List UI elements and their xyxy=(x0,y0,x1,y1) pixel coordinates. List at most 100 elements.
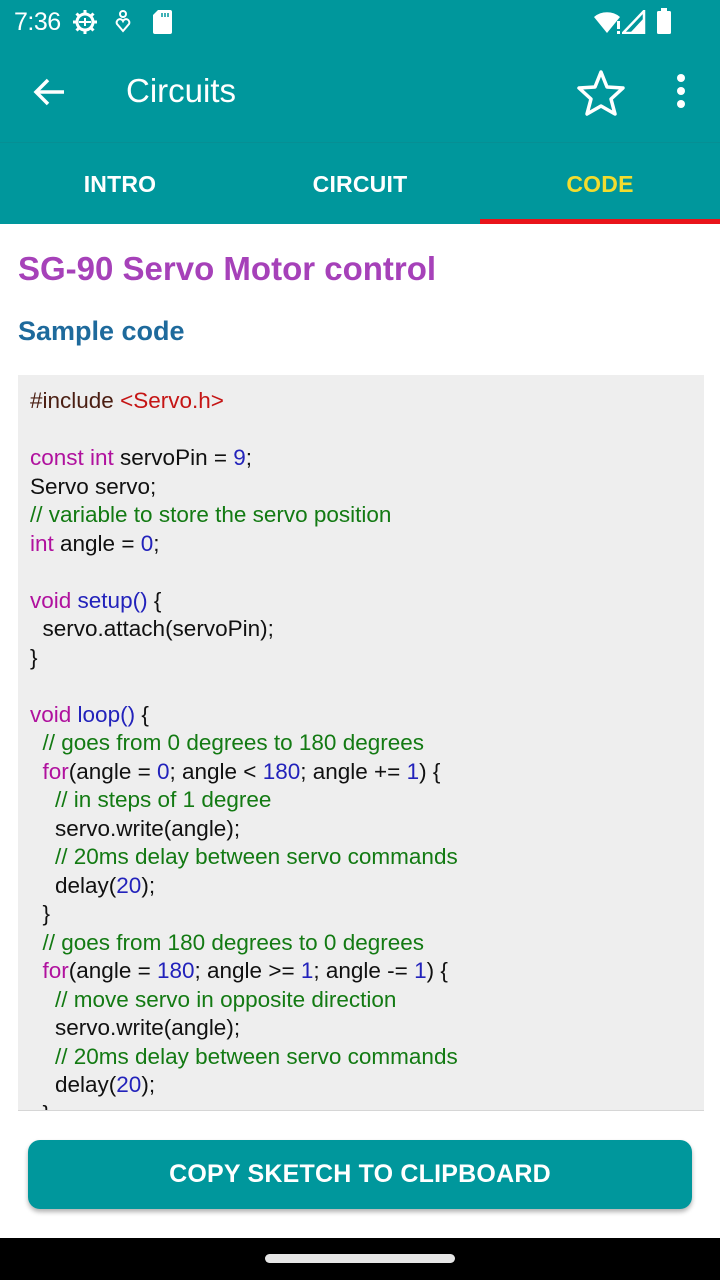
code-token: ) { xyxy=(426,958,448,983)
wifi-alert-icon xyxy=(594,10,624,39)
code-text: #include <Servo.h> const int servoPin = … xyxy=(30,387,458,1111)
code-token: // move servo in opposite direction xyxy=(55,986,397,1012)
section-title: Sample code xyxy=(18,316,185,346)
code-token: int xyxy=(30,530,54,556)
arrow-left-icon xyxy=(28,78,72,116)
code-token: // goes from 180 degrees to 0 degrees xyxy=(42,929,425,955)
code-token: // goes from 0 degrees to 180 degrees xyxy=(42,730,425,755)
code-token: #include xyxy=(30,388,121,413)
star-outline-icon xyxy=(576,70,626,122)
code-token: Servo servo; xyxy=(30,473,157,499)
tab-indicator xyxy=(480,219,720,224)
more-options-button[interactable] xyxy=(666,72,696,112)
code-token: ); xyxy=(141,872,156,898)
code-token: { xyxy=(147,587,162,613)
favorite-button[interactable] xyxy=(576,68,626,118)
copy-sketch-button[interactable]: COPY SKETCH TO CLIPBOARD xyxy=(28,1140,692,1209)
code-token: ; xyxy=(245,445,253,470)
code-token: } xyxy=(30,901,51,926)
code-token: 1 xyxy=(300,958,314,983)
code-token: } xyxy=(30,644,38,670)
code-line: const int servoPin = 9; xyxy=(30,444,458,473)
code-line: for(angle = 180; angle >= 1; angle -= 1)… xyxy=(30,957,458,986)
code-line: // 20ms delay between servo commands xyxy=(30,843,458,872)
cell-signal-icon xyxy=(620,7,646,39)
code-token: 0 xyxy=(140,530,154,556)
battery-icon xyxy=(656,8,672,39)
code-token: (angle = xyxy=(68,958,157,983)
code-line: // variable to store the servo position xyxy=(30,501,458,530)
code-token: servoPin = xyxy=(113,445,234,470)
code-token: void xyxy=(30,701,72,727)
code-token: const int xyxy=(30,445,114,470)
code-line: // goes from 180 degrees to 0 degrees xyxy=(30,929,458,958)
code-token: ); xyxy=(141,1072,156,1097)
more-vert-icon xyxy=(666,74,696,116)
code-line: #include <Servo.h> xyxy=(30,387,458,416)
code-line: int angle = 0; xyxy=(30,530,458,559)
code-token: 0 xyxy=(156,758,170,784)
code-token: angle = xyxy=(53,530,141,556)
code-line: // 20ms delay between servo commands xyxy=(30,1043,458,1072)
app-bar: Circuits xyxy=(0,44,720,142)
code-token: ; angle -= xyxy=(313,958,415,983)
code-token: ; xyxy=(153,530,160,556)
code-token: // 20ms delay between servo commands xyxy=(55,1043,458,1069)
accessibility-icon xyxy=(114,10,132,39)
tab-circuit[interactable]: CIRCUIT xyxy=(240,143,480,225)
code-token: ; angle >= xyxy=(194,958,301,983)
code-token: 1 xyxy=(406,758,420,784)
code-line: servo.attach(servoPin); xyxy=(30,615,458,644)
tab-code[interactable]: CODE xyxy=(480,143,720,225)
code-token: // variable to store the servo position xyxy=(30,502,392,527)
code-line: void setup() { xyxy=(30,587,458,616)
code-token: servo.write(angle); xyxy=(30,815,241,841)
code-line: for(angle = 0; angle < 180; angle += 1) … xyxy=(30,758,458,787)
code-token: servo.write(angle); xyxy=(30,1015,241,1040)
code-token: { xyxy=(135,701,149,727)
status-bar: 7:36 xyxy=(0,0,720,44)
code-line: } xyxy=(30,1100,458,1111)
code-block[interactable]: #include <Servo.h> const int servoPin = … xyxy=(18,375,704,1111)
back-button[interactable] xyxy=(28,72,72,112)
code-token: ; angle += xyxy=(300,758,407,784)
code-line: servo.write(angle); xyxy=(30,1014,458,1043)
code-token: (angle = xyxy=(68,758,157,784)
code-line: void loop() { xyxy=(30,701,458,730)
code-token: <Servo.h> xyxy=(120,388,224,413)
navigation-bar xyxy=(0,1238,720,1280)
code-line: // goes from 0 degrees to 180 degrees xyxy=(30,729,458,758)
code-token: for xyxy=(42,958,69,983)
code-token: for xyxy=(42,758,69,784)
code-line: } xyxy=(30,900,458,929)
code-token: 20 xyxy=(116,872,142,898)
code-line: servo.write(angle); xyxy=(30,815,458,844)
code-token: setup() xyxy=(77,587,148,613)
code-token: servo.attach(servoPin); xyxy=(30,616,274,641)
code-line: // move servo in opposite direction xyxy=(30,986,458,1015)
code-line: // in steps of 1 degree xyxy=(30,786,458,815)
tab-bar: INTRO CIRCUIT CODE xyxy=(0,142,720,224)
settings-gear-icon xyxy=(72,9,98,40)
tab-intro[interactable]: INTRO xyxy=(0,143,240,225)
code-token: 180 xyxy=(262,758,301,784)
code-token: ) { xyxy=(419,758,441,784)
code-token: ; angle < xyxy=(169,758,263,784)
code-token: 20 xyxy=(116,1072,142,1097)
code-token: // in steps of 1 degree xyxy=(55,787,272,812)
home-handle[interactable] xyxy=(265,1254,455,1263)
code-token: 1 xyxy=(414,958,427,983)
code-line: Servo servo; xyxy=(30,473,458,502)
code-token: delay( xyxy=(30,872,117,898)
sd-card-icon xyxy=(152,9,172,40)
code-token: 180 xyxy=(156,958,195,983)
code-token: // 20ms delay between servo commands xyxy=(55,844,458,869)
